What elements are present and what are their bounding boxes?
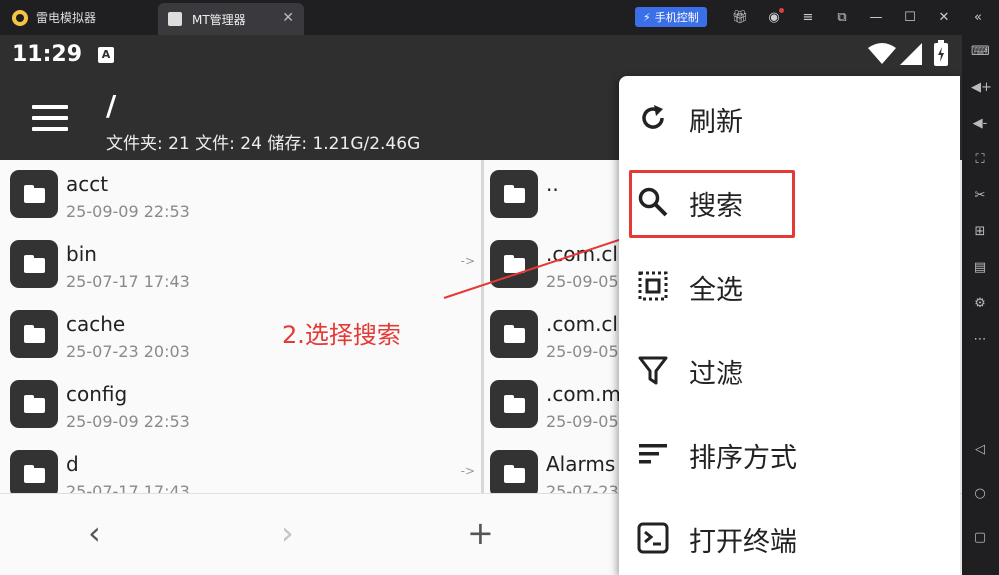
refresh-icon (642, 105, 664, 129)
annotation-text: 2.选择搜索 (282, 321, 401, 349)
menu-item-filter[interactable]: 过滤 (619, 328, 960, 412)
overflow-menu: 刷新 搜索 全选 过滤 排序方式 打开终端 (619, 76, 960, 575)
menu-item-label: 全选 (689, 275, 743, 306)
terminal-icon (637, 522, 669, 554)
menu-item-refresh[interactable]: 刷新 (619, 76, 960, 160)
search-highlight-box (629, 170, 795, 238)
sort-icon (639, 444, 667, 464)
filter-icon (638, 356, 668, 385)
menu-item-sort[interactable]: 排序方式 (619, 412, 960, 496)
menu-item-label: 排序方式 (689, 443, 797, 474)
menu-item-label: 刷新 (689, 107, 743, 138)
menu-item-terminal[interactable]: 打开终端 (619, 496, 960, 575)
menu-item-select-all[interactable]: 全选 (619, 244, 960, 328)
menu-item-label: 打开终端 (689, 527, 797, 558)
menu-item-label: 过滤 (689, 359, 743, 390)
select-all-icon (638, 271, 668, 301)
